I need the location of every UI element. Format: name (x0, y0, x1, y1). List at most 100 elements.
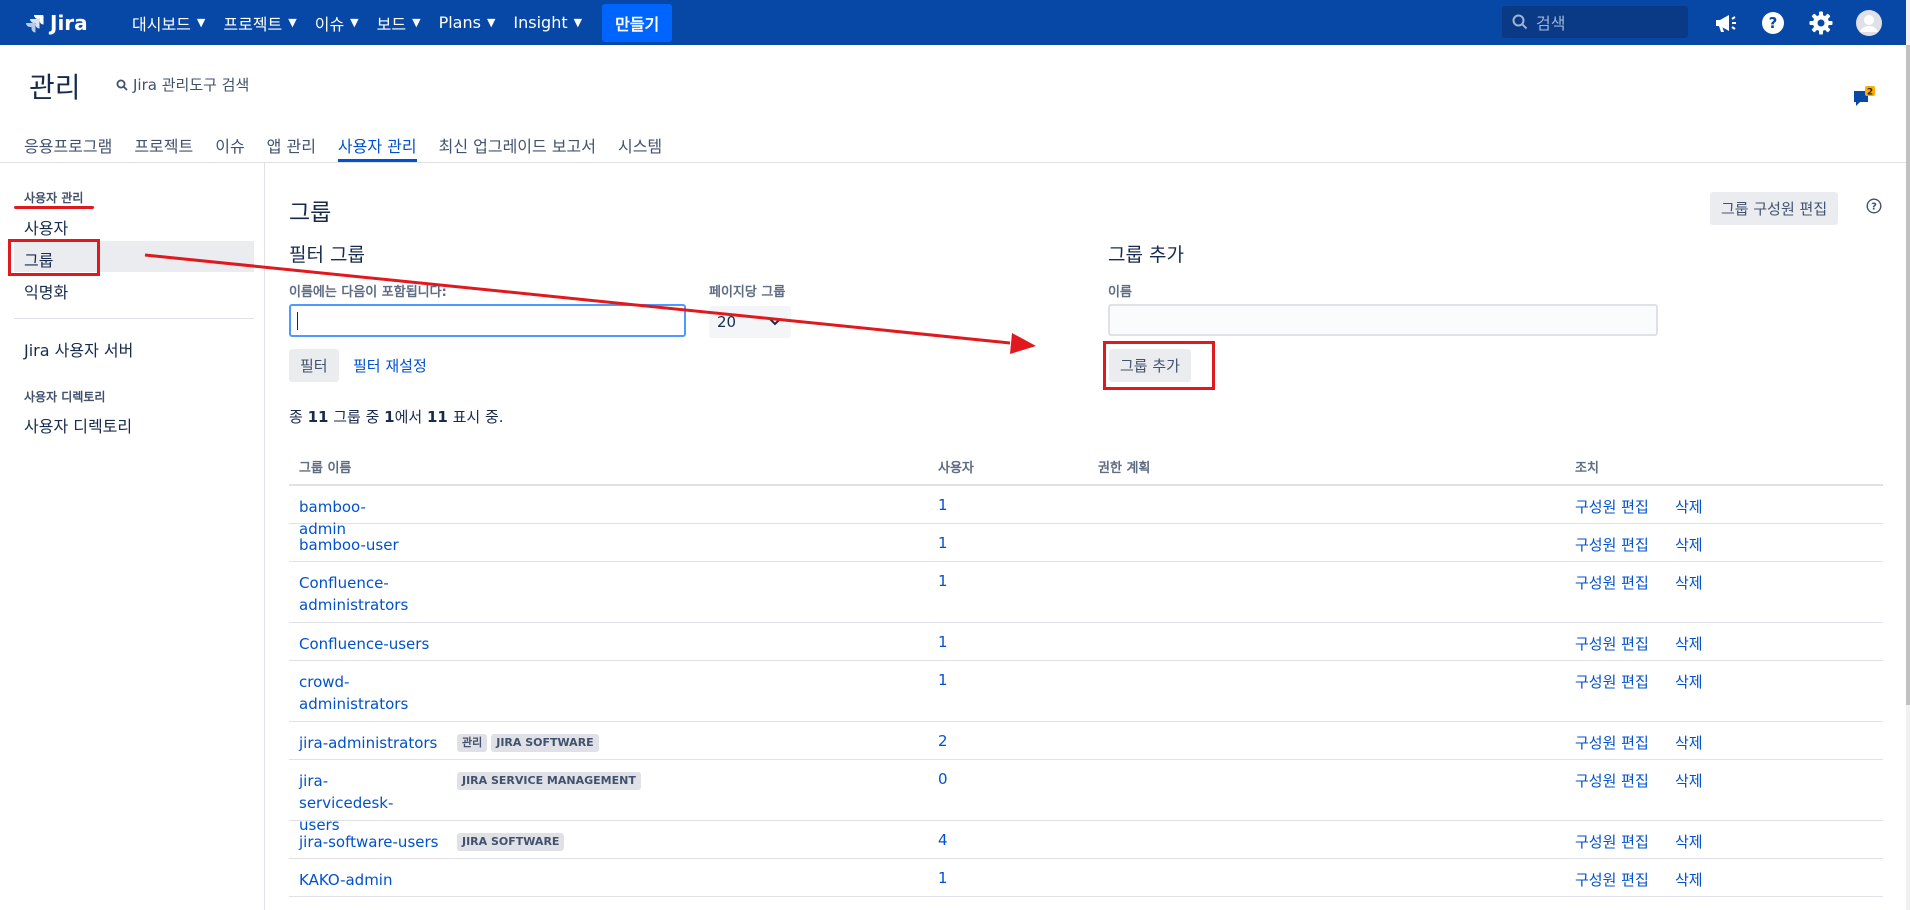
sidebar-heading-user-directories: 사용자 디렉토리 (24, 390, 106, 404)
annotation-box-groups (8, 239, 100, 276)
summary-start: 1 (384, 408, 395, 426)
group-users-count[interactable]: 4 (938, 831, 948, 849)
annotation-underline (14, 206, 94, 209)
edit-members-link[interactable]: 구성원 편집 (1575, 496, 1649, 517)
filter-name-input[interactable] (289, 304, 686, 337)
group-name-link[interactable]: jira-administrators (299, 732, 439, 754)
per-page-select[interactable]: 20 (709, 306, 791, 338)
svg-text:?: ? (1769, 14, 1778, 32)
sidebar-divider (14, 318, 254, 319)
edit-members-link[interactable]: 구성원 편집 (1575, 572, 1649, 593)
top-navigation-bar: Jira 대시보드 ▼ 프로젝트 ▼ 이슈 ▼ 보드 ▼ Plans ▼ Insight ▼… (0, 0, 1906, 45)
nav-issues[interactable]: 이슈 ▼ (315, 11, 359, 35)
group-name-link[interactable]: jira-software-users (299, 831, 439, 853)
application-lozenges: JIRA SOFTWARE (457, 833, 568, 851)
summary-prefix: 종 (289, 408, 308, 426)
nav-projects[interactable]: 프로젝트 ▼ (223, 11, 296, 35)
edit-members-link[interactable]: 구성원 편집 (1575, 831, 1649, 852)
nav-insight[interactable]: Insight ▼ (513, 13, 582, 32)
group-name-link[interactable]: crowd-administrators (299, 671, 411, 715)
nav-plans[interactable]: Plans ▼ (439, 13, 496, 32)
edit-group-members-button[interactable]: 그룹 구성원 편집 (1710, 192, 1839, 225)
help-icon[interactable]: ? (1758, 8, 1788, 38)
sidebar-item-anonymize[interactable]: 익명화 (24, 279, 68, 303)
table-row: bamboo-admin 1 구성원 편집 삭제 (289, 486, 1883, 538)
tab-manage-apps[interactable]: 앱 관리 (267, 128, 316, 162)
edit-members-link[interactable]: 구성원 편집 (1575, 770, 1649, 791)
per-page-value: 20 (717, 313, 737, 331)
megaphone-icon[interactable] (1710, 8, 1740, 38)
group-users-count[interactable]: 1 (938, 869, 948, 887)
group-users-count[interactable]: 1 (938, 633, 948, 651)
add-group-title: 그룹 추가 (1108, 244, 1184, 266)
search-input[interactable]: 검색 (1502, 6, 1688, 38)
group-users-count[interactable]: 1 (938, 496, 948, 514)
sidebar-item-jira-user-server[interactable]: Jira 사용자 서버 (24, 337, 133, 361)
create-button[interactable]: 만들기 (602, 3, 673, 42)
edit-members-link[interactable]: 구성원 편집 (1575, 671, 1649, 692)
delete-link[interactable]: 삭제 (1675, 496, 1703, 517)
group-name-link[interactable]: Confluence-users (299, 633, 439, 655)
group-name-link[interactable]: bamboo-user (299, 534, 411, 556)
search-icon (1512, 14, 1528, 30)
header-users: 사용자 (938, 461, 974, 476)
edit-members-link[interactable]: 구성원 편집 (1575, 633, 1649, 654)
header-actions: 조치 (1575, 461, 1599, 476)
table-row: jira-administrators 관리 JIRA SOFTWARE 2 구… (289, 722, 1883, 760)
group-users-count[interactable]: 1 (938, 572, 948, 590)
delete-link[interactable]: 삭제 (1675, 633, 1703, 654)
summary-mid2: 에서 (394, 408, 427, 426)
reset-filter-link[interactable]: 필터 재설정 (353, 355, 427, 376)
tab-system[interactable]: 시스템 (618, 128, 662, 162)
group-name-link[interactable]: KAKO-admin (299, 869, 439, 891)
gear-icon[interactable] (1806, 8, 1836, 38)
group-users-count[interactable]: 0 (938, 770, 948, 788)
nav-issues-label: 이슈 (314, 14, 345, 34)
lozenge-jira-software: JIRA SOFTWARE (457, 833, 565, 851)
nav-dashboards[interactable]: 대시보드 ▼ (132, 11, 205, 35)
tab-projects[interactable]: 프로젝트 (134, 128, 193, 162)
feedback-button[interactable]: 2 (1852, 86, 1876, 114)
filter-group-title: 필터 그룹 (289, 244, 365, 266)
tab-issues[interactable]: 이슈 (215, 128, 244, 162)
delete-link[interactable]: 삭제 (1675, 869, 1703, 890)
group-name-link[interactable]: Confluence-administrators (299, 572, 411, 616)
chevron-down-icon: ▼ (350, 16, 359, 29)
delete-link[interactable]: 삭제 (1675, 671, 1703, 692)
feedback-badge: 2 (1867, 88, 1873, 98)
edit-members-link[interactable]: 구성원 편집 (1575, 869, 1649, 890)
group-users-count[interactable]: 1 (938, 534, 948, 552)
jira-logo[interactable]: Jira (24, 11, 94, 35)
tab-applications[interactable]: 응용프로그램 (24, 128, 112, 162)
page-help-button[interactable]: ? (1866, 198, 1882, 218)
table-row: jira-software-users JIRA SOFTWARE 4 구성원 … (289, 821, 1883, 859)
sidebar-item-user-directories[interactable]: 사용자 디렉토리 (24, 413, 132, 437)
filter-button[interactable]: 필터 (289, 349, 339, 382)
nav-boards[interactable]: 보드 ▼ (377, 11, 421, 35)
delete-link[interactable]: 삭제 (1675, 770, 1703, 791)
group-users-count[interactable]: 2 (938, 732, 948, 750)
nav-plans-label: Plans (438, 13, 481, 32)
delete-link[interactable]: 삭제 (1675, 572, 1703, 593)
tab-upgrade-report[interactable]: 최신 업그레이드 보고서 (439, 128, 596, 162)
per-page-label: 페이지당 그룹 (709, 285, 786, 300)
edit-members-link[interactable]: 구성원 편집 (1575, 534, 1649, 555)
add-group-name-input[interactable] (1108, 304, 1658, 336)
avatar[interactable] (1854, 8, 1884, 38)
delete-link[interactable]: 삭제 (1675, 732, 1703, 753)
scrollbar-thumb[interactable] (1906, 45, 1910, 705)
delete-link[interactable]: 삭제 (1675, 534, 1703, 555)
header-permission-schemes: 권한 계획 (1098, 461, 1151, 476)
header-group-name[interactable]: 그룹 이름 (299, 457, 351, 476)
delete-link[interactable]: 삭제 (1675, 831, 1703, 852)
main-nav: 대시보드 ▼ 프로젝트 ▼ 이슈 ▼ 보드 ▼ Plans ▼ Insight ▼ 만들기 (132, 0, 673, 45)
tab-user-management[interactable]: 사용자 관리 (337, 128, 417, 162)
group-users-count[interactable]: 1 (938, 671, 948, 689)
tabs-divider (0, 162, 1906, 163)
summary-mid1: 그룹 중 (328, 408, 385, 426)
chevron-down-icon: ▼ (412, 16, 421, 29)
edit-members-link[interactable]: 구성원 편집 (1575, 732, 1649, 753)
summary-suffix: 표시 중. (447, 408, 504, 426)
sidebar-item-users[interactable]: 사용자 (24, 215, 68, 239)
admin-search-link[interactable]: Jira 관리도구 검색 (116, 74, 249, 95)
